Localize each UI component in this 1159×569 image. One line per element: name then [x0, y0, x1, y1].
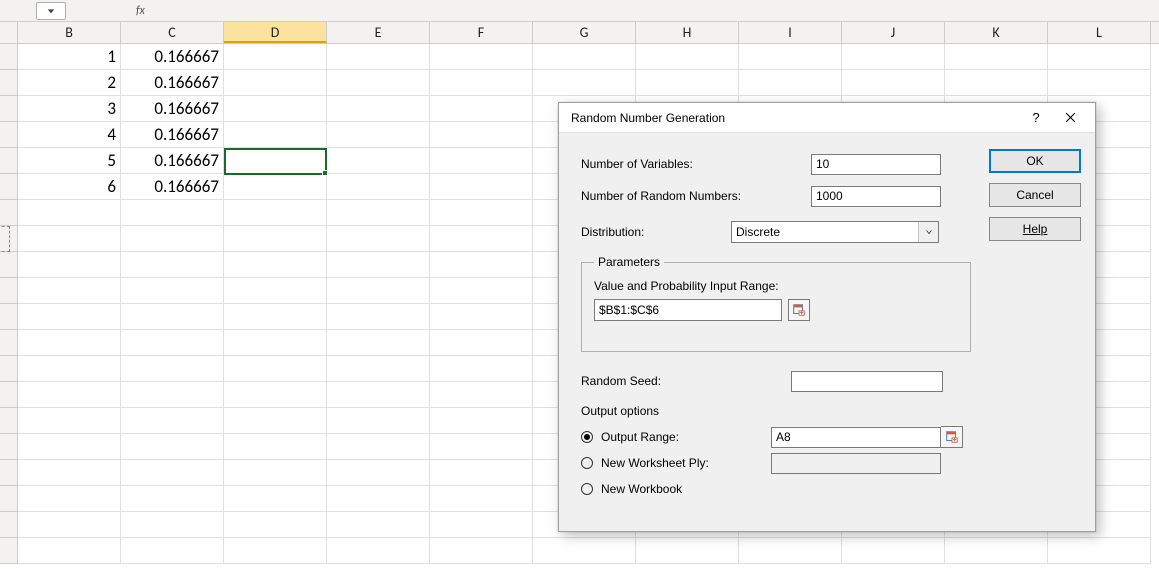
question-mark-icon: ? [1032, 110, 1039, 125]
col-header-e[interactable]: E [327, 22, 430, 43]
cell-d1[interactable] [224, 44, 327, 70]
formula-bar: fx [0, 0, 1159, 22]
cell-c1[interactable]: 0.166667 [121, 44, 224, 70]
cell-b5[interactable]: 5 [18, 148, 121, 174]
output-range-picker-button[interactable] [941, 426, 963, 448]
radio-new-workbook[interactable] [581, 483, 593, 495]
range-picker-button[interactable] [788, 299, 810, 321]
col-header-d[interactable]: D [224, 22, 327, 43]
ok-button[interactable]: OK [989, 149, 1081, 173]
cell-b2[interactable]: 2 [18, 70, 121, 96]
chevron-down-icon [918, 222, 938, 242]
col-header-b[interactable]: B [18, 22, 121, 43]
close-icon [1065, 112, 1076, 123]
chevron-down-icon [47, 7, 55, 15]
fx-label[interactable]: fx [136, 4, 145, 18]
parameters-legend: Parameters [594, 255, 664, 269]
parameters-group: Parameters Value and Probability Input R… [581, 255, 971, 352]
select-distribution-value: Discrete [736, 225, 780, 239]
col-header-j[interactable]: J [842, 22, 945, 43]
input-output-range[interactable] [771, 427, 941, 448]
col-header-f[interactable]: F [430, 22, 533, 43]
range-picker-icon [945, 430, 959, 444]
cell-b1[interactable]: 1 [18, 44, 121, 70]
col-header-i[interactable]: I [739, 22, 842, 43]
input-value-prob-range[interactable] [594, 299, 782, 321]
label-new-worksheet-ply: New Worksheet Ply: [601, 456, 771, 470]
input-new-worksheet-ply[interactable] [771, 453, 941, 474]
input-random-seed[interactable] [791, 371, 943, 392]
cell-c5[interactable]: 0.166667 [121, 148, 224, 174]
label-num-random-numbers: Number of Random Numbers: [581, 189, 811, 203]
titlebar-help-button[interactable]: ? [1019, 104, 1053, 132]
name-box-dropdown[interactable] [36, 2, 66, 20]
cell-b3[interactable]: 3 [18, 96, 121, 122]
input-num-random-numbers[interactable] [811, 186, 941, 207]
cell-c3[interactable]: 0.166667 [121, 96, 224, 122]
dialog-title-text: Random Number Generation [571, 111, 1019, 125]
help-button[interactable]: Help [989, 217, 1081, 241]
label-output-range: Output Range: [601, 430, 771, 444]
cell-c6[interactable]: 0.166667 [121, 174, 224, 200]
label-distribution: Distribution: [581, 225, 731, 239]
col-header-h[interactable]: H [636, 22, 739, 43]
random-number-generation-dialog: Random Number Generation ? OK Cancel Hel… [558, 102, 1096, 532]
cell-d5-active[interactable] [224, 148, 327, 174]
titlebar-close-button[interactable] [1053, 104, 1087, 132]
cell-c2[interactable]: 0.166667 [121, 70, 224, 96]
label-new-workbook: New Workbook [601, 482, 771, 496]
label-num-variables: Number of Variables: [581, 157, 811, 171]
col-header-l[interactable]: L [1048, 22, 1151, 43]
radio-new-worksheet-ply[interactable] [581, 457, 593, 469]
select-distribution[interactable]: Discrete [731, 221, 939, 243]
col-header-k[interactable]: K [945, 22, 1048, 43]
label-output-options: Output options [581, 404, 971, 418]
radio-output-range[interactable] [581, 431, 593, 443]
label-value-prob-range: Value and Probability Input Range: [594, 279, 960, 293]
cell-c4[interactable]: 0.166667 [121, 122, 224, 148]
input-num-variables[interactable] [811, 154, 941, 175]
column-headers: B C D E F G H I J K L [0, 22, 1159, 44]
cell-b4[interactable]: 4 [18, 122, 121, 148]
dialog-titlebar[interactable]: Random Number Generation ? [559, 103, 1095, 133]
col-header-g[interactable]: G [533, 22, 636, 43]
range-picker-icon [792, 303, 806, 317]
label-random-seed: Random Seed: [581, 374, 791, 388]
cancel-button[interactable]: Cancel [989, 183, 1081, 207]
select-all-triangle[interactable] [0, 22, 18, 43]
col-header-c[interactable]: C [121, 22, 224, 43]
cell-b6[interactable]: 6 [18, 174, 121, 200]
